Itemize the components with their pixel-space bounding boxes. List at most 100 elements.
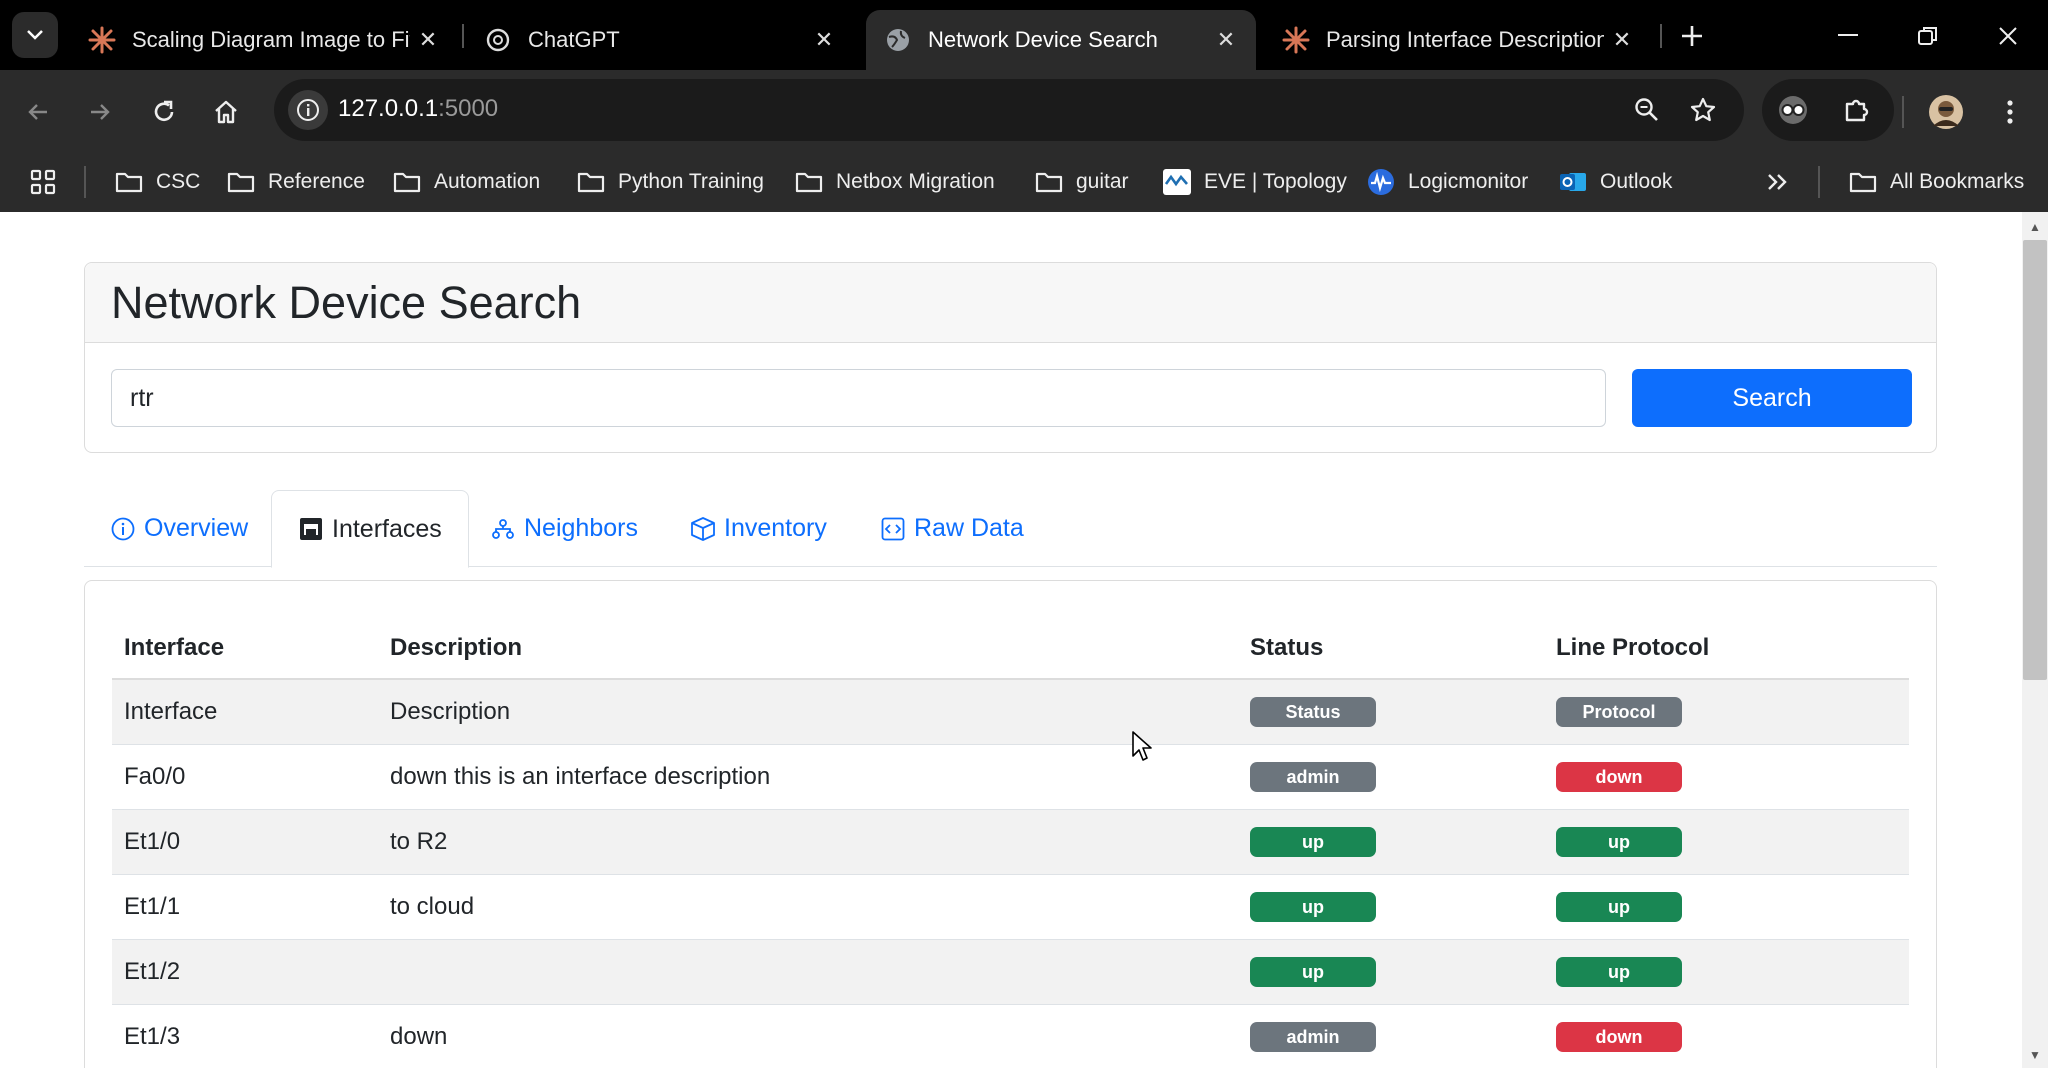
bookmark-label: guitar (1076, 170, 1129, 193)
protocol-badge: down (1556, 761, 1682, 792)
info-icon (297, 99, 319, 121)
all-bookmarks-button[interactable]: All Bookmarks (1848, 164, 2024, 200)
back-button[interactable] (14, 88, 62, 136)
bookmark-label: EVE | Topology (1204, 170, 1347, 193)
tab-overview[interactable]: Overview (84, 490, 274, 567)
close-icon[interactable]: ✕ (410, 22, 446, 58)
bookmark-label: Python Training (618, 170, 764, 193)
protocol-cell: up (1544, 939, 1909, 1005)
tab-chatgpt[interactable]: ChatGPT ✕ (466, 10, 854, 70)
scrollbar-thumb[interactable] (2023, 240, 2047, 680)
minimize-button[interactable] (1826, 14, 1870, 58)
apps-grid-icon (30, 169, 56, 195)
menu-button[interactable] (1986, 88, 2034, 136)
window-close-button[interactable] (1986, 14, 2030, 58)
interface-cell: Et1/2 (112, 939, 378, 1005)
search-input[interactable]: rtr (111, 369, 1606, 427)
ethernet-icon (298, 516, 324, 542)
folder-icon (226, 169, 256, 195)
apps-button[interactable] (30, 164, 56, 200)
status-cell: up (1238, 939, 1544, 1005)
scroll-down-arrow-icon[interactable]: ▼ (2028, 1048, 2042, 1062)
tab-title: ChatGPT (528, 27, 620, 52)
search-button[interactable]: Search (1632, 369, 1912, 427)
tab-raw-data[interactable]: Raw Data (854, 490, 1050, 567)
bookmark-csc[interactable]: CSC (114, 164, 200, 200)
address-bar[interactable]: 127.0.0.1:5000 (274, 79, 1744, 141)
status-cell: up (1238, 874, 1544, 940)
protocol-badge: down (1556, 1021, 1682, 1052)
description-cell: to cloud (378, 874, 1238, 940)
eve-icon (1162, 169, 1192, 195)
site-info-button[interactable] (288, 90, 328, 130)
table-row[interactable]: Interface Description Status Protocol (112, 679, 1909, 745)
interface-cell: Et1/1 (112, 874, 378, 940)
close-icon[interactable]: ✕ (806, 22, 842, 58)
bookmark-outlook[interactable]: Outlook (1558, 164, 1672, 200)
bookmark-logicmonitor[interactable]: Logicmonitor (1366, 164, 1528, 200)
status-badge: admin (1250, 761, 1376, 792)
interface-cell: Et1/3 (112, 1004, 378, 1068)
tab-interfaces[interactable]: Interfaces (271, 490, 469, 568)
zoom-button[interactable] (1630, 93, 1664, 127)
close-icon[interactable]: ✕ (1208, 22, 1244, 58)
interfaces-card: Interface Description Status Line Protoc… (84, 580, 1937, 1068)
bookmark-reference[interactable]: Reference (226, 164, 365, 200)
column-header-line-protocol[interactable]: Line Protocol (1544, 617, 1909, 680)
page-scrollbar[interactable]: ▲ ▼ (2022, 212, 2048, 1068)
status-cell: admin (1238, 1004, 1544, 1068)
box-icon (690, 516, 716, 542)
tab-parsing-interface[interactable]: Parsing Interface Description ( ✕ (1264, 10, 1652, 70)
column-header-description[interactable]: Description (378, 617, 1238, 680)
extensions-puzzle-icon[interactable] (1840, 93, 1874, 127)
new-tab-button[interactable] (1672, 16, 1712, 56)
tab-strip: Scaling Diagram Image to Fit ✕ ChatGPT ✕… (0, 0, 2048, 70)
restore-button[interactable] (1906, 14, 1950, 58)
diagram-icon (490, 516, 516, 542)
protocol-cell: up (1544, 809, 1909, 875)
arrow-left-icon (28, 104, 47, 120)
home-button[interactable] (202, 88, 250, 136)
page-viewport: Network Device Search rtr Search Overvie… (0, 212, 2022, 1068)
bookmark-netbox-migration[interactable]: Netbox Migration (794, 164, 995, 200)
bookmark-label: Netbox Migration (836, 170, 995, 193)
bookmark-label: Outlook (1600, 170, 1673, 193)
table-row[interactable]: Et1/3 down admin down (112, 1004, 1909, 1068)
close-icon (1999, 27, 2017, 45)
tab-scaling-diagram[interactable]: Scaling Diagram Image to Fit ✕ (70, 10, 458, 70)
extension-glasses-icon[interactable] (1776, 93, 1810, 127)
bookmarks-divider (84, 166, 86, 198)
table-row[interactable]: Fa0/0 down this is an interface descripti… (112, 744, 1909, 810)
forward-button[interactable] (76, 88, 124, 136)
table-row[interactable]: Et1/2 up up (112, 939, 1909, 1005)
tab-network-device-search[interactable]: Network Device Search ✕ (866, 10, 1256, 70)
bookmark-automation[interactable]: Automation (392, 164, 540, 200)
more-bookmarks-button[interactable] (1766, 164, 1788, 200)
column-header-status[interactable]: Status (1238, 617, 1544, 680)
reload-button[interactable] (140, 88, 188, 136)
table-row[interactable]: Et1/0 to R2 up up (112, 809, 1909, 875)
bookmark-eve-topology[interactable]: EVE | Topology (1162, 164, 1347, 200)
tab-search-button[interactable] (12, 12, 58, 58)
bookmark-python-training[interactable]: Python Training (576, 164, 764, 200)
interface-cell: Interface (112, 679, 378, 745)
toolbar-divider (1902, 96, 1904, 128)
tab-neighbors[interactable]: Neighbors (464, 490, 664, 567)
protocol-badge: up (1556, 826, 1682, 857)
bookmark-guitar[interactable]: guitar (1034, 164, 1129, 200)
table-row[interactable]: Et1/1 to cloud up up (112, 874, 1909, 940)
search-card: Network Device Search rtr Search (84, 262, 1937, 453)
extensions-area (1762, 79, 1894, 141)
profile-avatar[interactable] (1922, 88, 1970, 136)
bookmark-label: All Bookmarks (1890, 170, 2025, 193)
tab-inventory[interactable]: Inventory (664, 490, 853, 567)
close-icon[interactable]: ✕ (1604, 22, 1640, 58)
column-header-interface[interactable]: Interface (112, 617, 378, 680)
folder-icon (114, 169, 144, 195)
mouse-cursor-icon (1131, 730, 1153, 767)
bookmarks-divider (1818, 166, 1820, 198)
bookmark-star-button[interactable] (1686, 93, 1720, 127)
scroll-up-arrow-icon[interactable]: ▲ (2028, 220, 2042, 234)
url-text[interactable]: 127.0.0.1:5000 (338, 95, 498, 123)
url-port: :5000 (438, 95, 499, 122)
